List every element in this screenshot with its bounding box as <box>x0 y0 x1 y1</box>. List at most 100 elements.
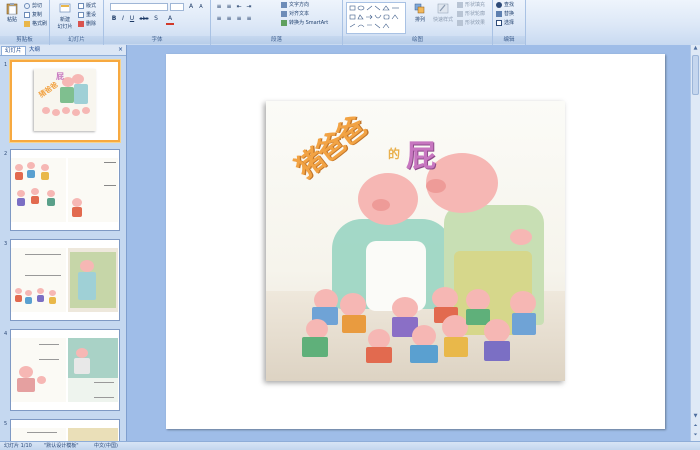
find-label: 查找 <box>504 2 515 8</box>
shape-fill-label: 形状填充 <box>465 2 486 8</box>
thumb-page-right <box>68 428 118 441</box>
shrink-font-icon[interactable]: A <box>197 3 205 11</box>
drawing-group: 排列 快速样式 形状填充 形状轮廓 形状效果 绘图 <box>343 0 493 45</box>
paste-button[interactable]: 粘贴 <box>2 2 22 23</box>
smartart-label: 转换为 SmartArt <box>289 20 329 26</box>
close-icon[interactable]: × <box>118 46 123 53</box>
scroll-down-icon[interactable]: ▼ <box>692 413 699 421</box>
italic-button[interactable]: I <box>119 15 127 23</box>
text-direction-icon <box>281 1 287 8</box>
slide-thumbnail-4[interactable] <box>10 329 120 411</box>
effects-icon <box>457 19 463 26</box>
slide-thumbnail-1[interactable]: 猪爸爸 屁 <box>9 59 121 143</box>
reset-label: 重设 <box>86 12 97 18</box>
thumb-page-left <box>11 248 66 312</box>
cover-title: 猪爸爸 <box>289 110 371 185</box>
ribbon: 粘贴 剪切 复制 格式刷 剪贴板 新建 幻灯片 版式 重设 删除 幻灯片 A A… <box>0 0 700 46</box>
text-direction-button[interactable]: 文字方向 <box>281 1 309 10</box>
find-button[interactable]: 查找 <box>496 1 514 10</box>
previous-slide-icon[interactable]: ⏶ <box>692 423 699 431</box>
font-size-field[interactable] <box>170 3 184 11</box>
book-cover-image[interactable]: 猪爸爸 的 屁 <box>266 101 565 381</box>
bold-button[interactable]: B <box>110 15 118 23</box>
slide-number: 2 <box>4 151 8 157</box>
quick-styles-label: 快速样式 <box>432 17 453 23</box>
cover-title-particle: 的 <box>388 147 401 161</box>
font-group: A A B I U abc S A 字体 <box>104 0 211 45</box>
shape-outline-label: 形状轮廓 <box>465 11 486 17</box>
brush-icon <box>24 20 30 27</box>
smartart-icon <box>281 19 287 26</box>
pen-icon <box>457 10 463 17</box>
slide-thumbnail-2[interactable] <box>10 149 120 231</box>
align-right-icon[interactable]: ≡ <box>235 15 243 23</box>
copy-button[interactable]: 复制 <box>24 11 42 20</box>
vertical-scrollbar[interactable]: ▲ ▼ ⏶ ⏷ <box>690 45 700 441</box>
format-painter-button[interactable]: 格式刷 <box>24 20 47 29</box>
cover-title-big-char: 屁 <box>406 139 436 174</box>
copy-icon <box>24 11 30 18</box>
thumb-page-left <box>11 428 66 441</box>
scroll-thumb[interactable] <box>692 55 699 95</box>
cut-button[interactable]: 剪切 <box>24 2 42 11</box>
slide-canvas[interactable]: 猪爸爸 的 屁 <box>166 54 665 429</box>
scroll-up-icon[interactable]: ▲ <box>692 45 699 53</box>
editing-group: 查找 替换 选择 编辑 <box>493 0 526 45</box>
align-left-icon[interactable]: ≡ <box>215 15 223 23</box>
shape-outline-button[interactable]: 形状轮廓 <box>457 10 485 19</box>
piglet-shirt <box>444 337 468 357</box>
paste-label: 粘贴 <box>6 17 17 23</box>
increase-indent-icon[interactable]: ⇥ <box>245 3 253 11</box>
format-painter-label: 格式刷 <box>32 21 48 27</box>
justify-icon[interactable]: ≡ <box>245 15 253 23</box>
piglet <box>484 319 510 343</box>
tab-slides[interactable]: 幻灯片 <box>1 46 26 55</box>
shapes-icon <box>349 5 399 29</box>
arrange-icon <box>414 3 425 14</box>
slide-number: 4 <box>4 331 8 337</box>
shape-fill-button[interactable]: 形状填充 <box>457 1 485 10</box>
align-text-button[interactable]: 对齐文本 <box>281 10 309 19</box>
tab-outline[interactable]: 大纲 <box>26 46 43 54</box>
slide-workspace: 猪爸爸 的 屁 ▲ ▼ ⏶ ⏷ <box>127 45 700 441</box>
align-text-label: 对齐文本 <box>289 11 310 17</box>
piglet-shirt <box>366 347 392 363</box>
layout-icon <box>78 2 84 9</box>
next-slide-icon[interactable]: ⏷ <box>692 432 699 440</box>
shape-effects-label: 形状效果 <box>465 20 486 26</box>
slide-thumbnail-5[interactable] <box>10 419 120 441</box>
layout-button[interactable]: 版式 <box>78 2 96 11</box>
quick-styles-button[interactable]: 快速样式 <box>431 2 455 23</box>
new-slide-label-2: 幻灯片 <box>57 24 73 30</box>
shadow-button[interactable]: S <box>152 15 160 23</box>
replace-button[interactable]: 替换 <box>496 10 514 19</box>
replace-label: 替换 <box>504 11 515 17</box>
decrease-indent-icon[interactable]: ⇤ <box>235 3 243 11</box>
piglet <box>432 287 458 309</box>
font-name-field[interactable] <box>110 3 168 11</box>
select-button[interactable]: 选择 <box>496 19 514 28</box>
font-group-label: 字体 <box>104 36 210 44</box>
paragraph-group-label: 段落 <box>211 36 342 44</box>
piglet <box>340 293 366 317</box>
numbering-icon[interactable]: ≡ <box>225 3 233 11</box>
smartart-button[interactable]: 转换为 SmartArt <box>281 19 328 28</box>
delete-label: 删除 <box>86 21 97 27</box>
delete-slide-button[interactable]: 删除 <box>78 20 96 29</box>
thumb-page-left <box>11 338 66 402</box>
shape-effects-button[interactable]: 形状效果 <box>457 19 485 28</box>
reset-button[interactable]: 重设 <box>78 11 96 20</box>
bullets-icon[interactable]: ≡ <box>215 3 223 11</box>
grow-font-icon[interactable]: A <box>187 3 195 11</box>
underline-button[interactable]: U <box>128 15 136 23</box>
slide-thumbnail-3[interactable] <box>10 239 120 321</box>
strikethrough-button[interactable]: abc <box>138 15 150 23</box>
arrange-button[interactable]: 排列 <box>409 2 431 23</box>
align-center-icon[interactable]: ≡ <box>225 15 233 23</box>
scissors-icon <box>24 2 30 9</box>
slide-number: 1 <box>4 62 8 68</box>
new-slide-button[interactable]: 新建 幻灯片 <box>54 2 76 30</box>
font-color-icon[interactable]: A <box>166 15 174 25</box>
delete-icon <box>78 20 84 27</box>
shapes-gallery[interactable] <box>346 2 406 34</box>
